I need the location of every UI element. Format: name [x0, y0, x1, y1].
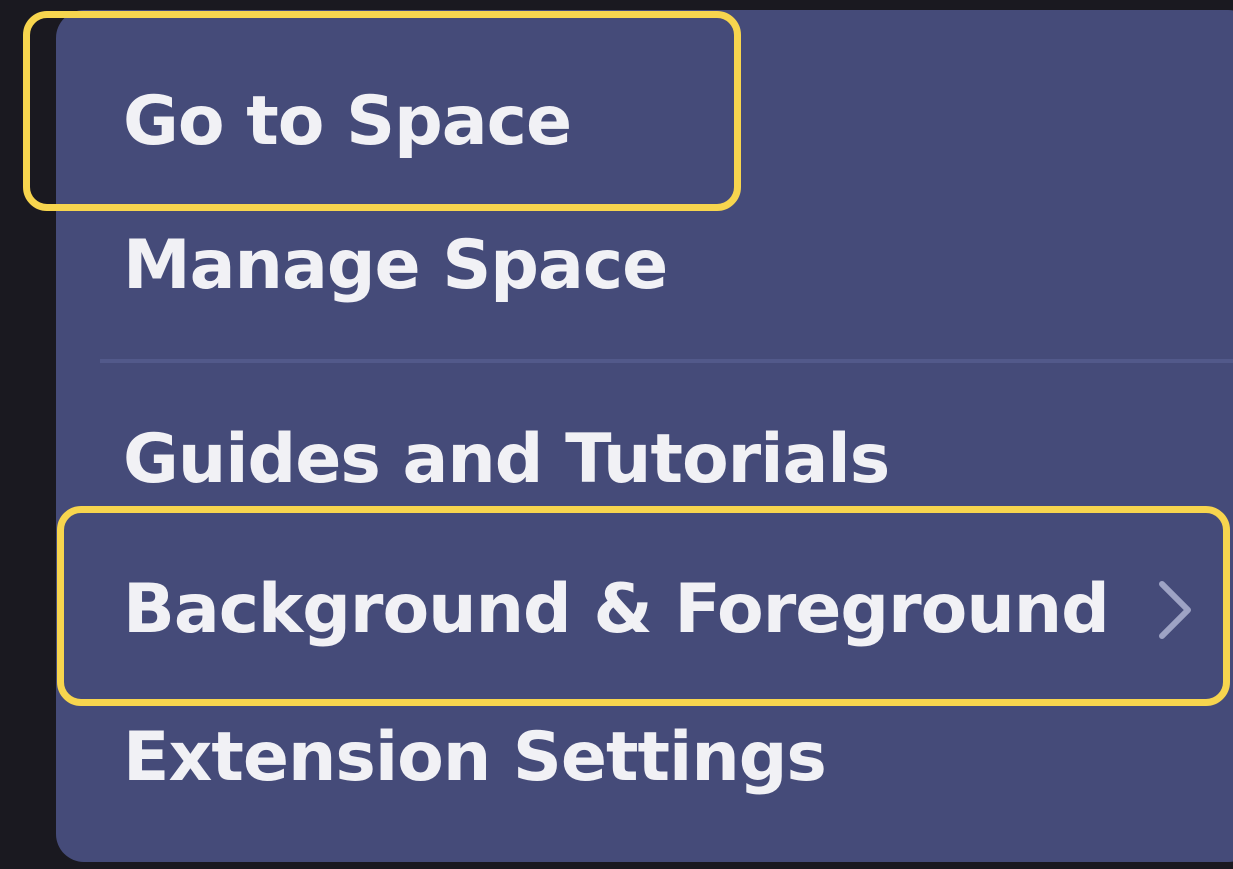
- menu-item-go-to-space[interactable]: Go to Space: [123, 88, 572, 156]
- menu-item-manage-space[interactable]: Manage Space: [123, 232, 668, 300]
- menu-item-background-foreground[interactable]: Background & Foreground: [123, 576, 1110, 644]
- menu-item-guides-and-tutorials[interactable]: Guides and Tutorials: [123, 426, 890, 494]
- menu-divider: [100, 359, 1233, 363]
- menu-item-extension-settings[interactable]: Extension Settings: [123, 724, 827, 792]
- chevron-right-icon: [1159, 581, 1191, 639]
